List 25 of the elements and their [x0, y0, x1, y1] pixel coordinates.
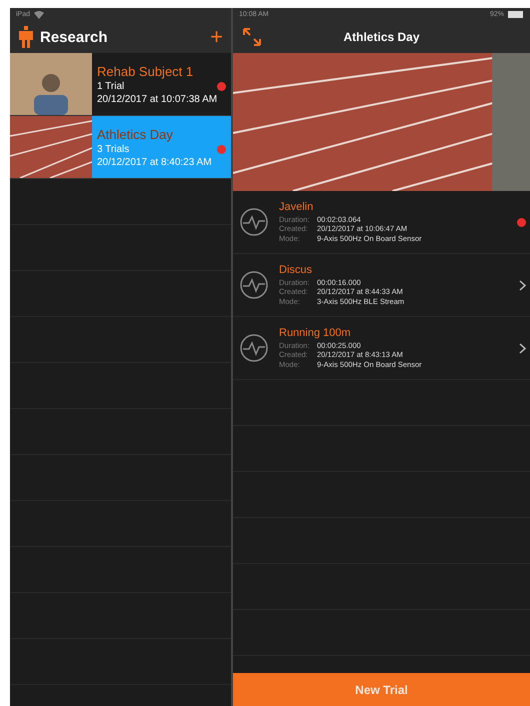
status-dot	[217, 82, 226, 90]
trial-count: 3 Trials	[97, 144, 130, 154]
battery-icon	[508, 11, 524, 18]
logo-icon	[18, 26, 34, 48]
subject-name: Rehab Subject 1	[97, 64, 194, 78]
trial-count: 1 Trial	[97, 80, 124, 92]
waveform-icon	[239, 333, 269, 363]
trial-name: Discus	[279, 264, 314, 278]
wifi-icon	[34, 10, 44, 18]
waveform-icon	[239, 207, 269, 237]
chevron-icon	[519, 342, 526, 354]
expand-icon[interactable]	[243, 28, 261, 46]
waveform-icon	[239, 270, 269, 300]
trial-name: Javelin	[279, 201, 314, 215]
subject-date: 20/12/2017 at 8:40:23 AM	[97, 156, 213, 168]
subject-row[interactable]: Rehab Subject 1 1 Trial 20/12/2017 at 10:07:38 AM	[10, 53, 231, 116]
detail-title: Athletics Day	[343, 30, 420, 44]
status-dot	[517, 218, 526, 226]
chevron-icon	[519, 280, 526, 290]
sidebar-title: Research	[40, 28, 109, 46]
trial-name: Running 100m	[279, 327, 352, 341]
add-button[interactable]: +	[210, 26, 223, 48]
subject-date: 20/12/2017 at 10:07:38 AM	[97, 94, 218, 104]
subject-name: Athletics Day	[97, 126, 174, 142]
status-dot	[217, 144, 226, 154]
